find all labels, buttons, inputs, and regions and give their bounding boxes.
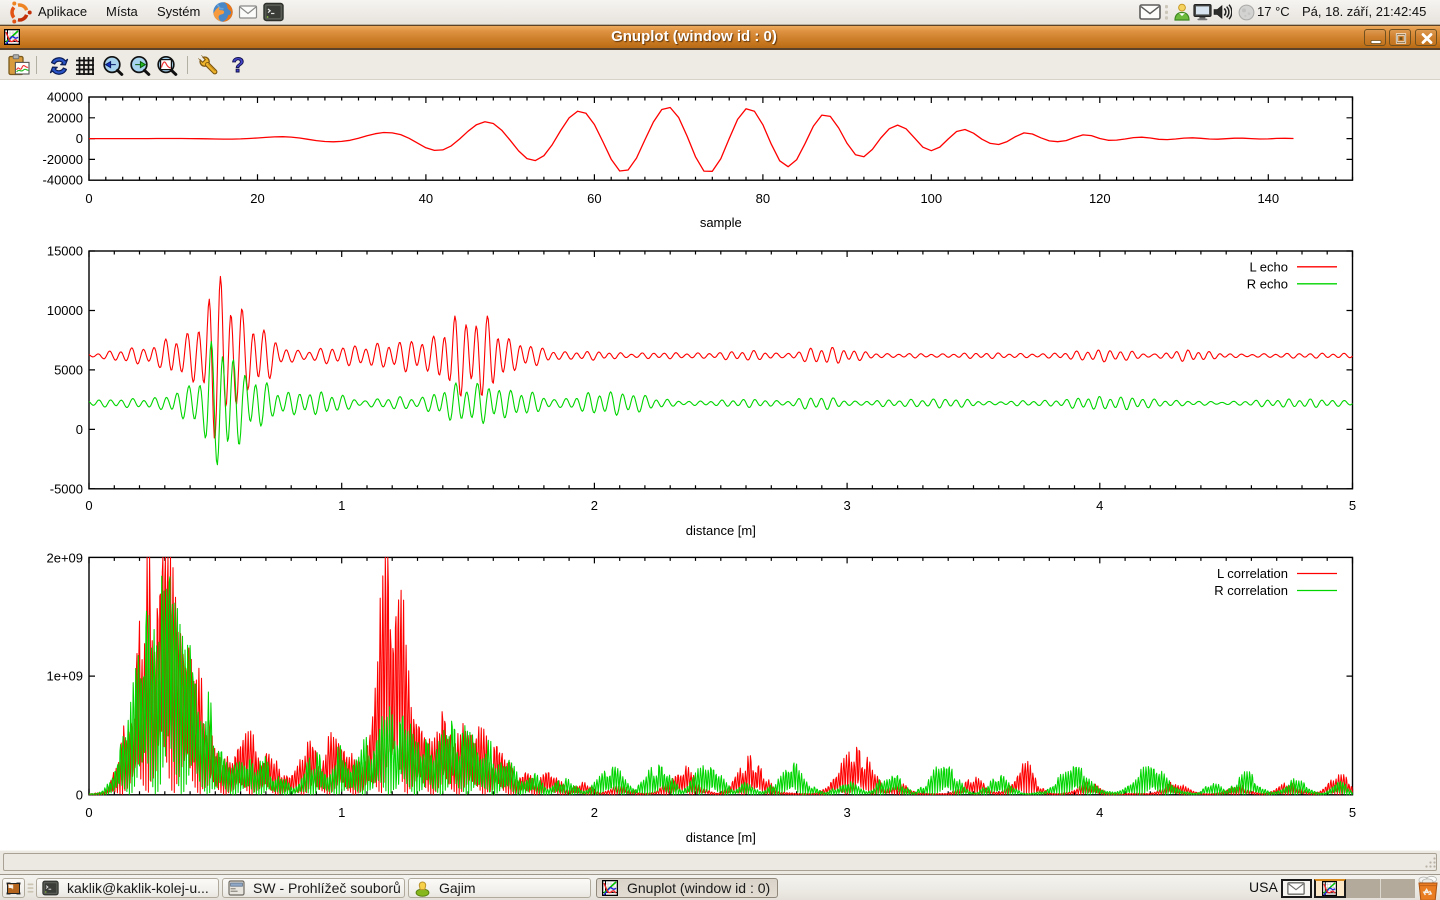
svg-text:15000: 15000 [47,244,83,259]
svg-text:-40000: -40000 [43,173,83,188]
svg-text:1: 1 [338,498,345,513]
svg-text:0: 0 [76,787,83,802]
svg-text:2e+09: 2e+09 [46,550,83,565]
svg-text:L correlation: L correlation [1217,566,1288,581]
svg-text:40000: 40000 [47,90,83,105]
svg-text:60: 60 [587,191,601,206]
svg-text:5000: 5000 [54,362,83,377]
svg-text:R echo: R echo [1247,276,1288,291]
svg-text:4: 4 [1096,498,1103,513]
svg-text:4: 4 [1096,805,1103,820]
svg-text:distance [m]: distance [m] [686,830,756,845]
svg-text:2: 2 [591,498,598,513]
svg-text:0: 0 [76,131,83,146]
svg-text:140: 140 [1257,191,1279,206]
svg-text:3: 3 [843,498,850,513]
svg-text:5: 5 [1349,498,1356,513]
svg-text:sample: sample [700,215,742,230]
svg-text:-20000: -20000 [43,152,83,167]
svg-text:3: 3 [843,805,850,820]
svg-text:20000: 20000 [47,110,83,125]
svg-text:80: 80 [756,191,770,206]
svg-text:5: 5 [1349,805,1356,820]
svg-text:distance [m]: distance [m] [686,523,756,538]
svg-text:120: 120 [1089,191,1111,206]
svg-text:1: 1 [338,805,345,820]
svg-text:-5000: -5000 [50,481,83,496]
svg-text:L echo: L echo [1249,259,1288,274]
svg-text:10000: 10000 [47,303,83,318]
svg-text:40: 40 [419,191,433,206]
svg-text:?: ? [232,54,245,76]
svg-text:0: 0 [76,422,83,437]
svg-text:1e+09: 1e+09 [46,669,83,684]
svg-text:R correlation: R correlation [1214,583,1288,598]
svg-text:20: 20 [250,191,264,206]
svg-text:0: 0 [85,191,92,206]
svg-text:2: 2 [591,805,598,820]
svg-text:0: 0 [85,498,92,513]
svg-text:0: 0 [85,805,92,820]
svg-text:100: 100 [920,191,942,206]
